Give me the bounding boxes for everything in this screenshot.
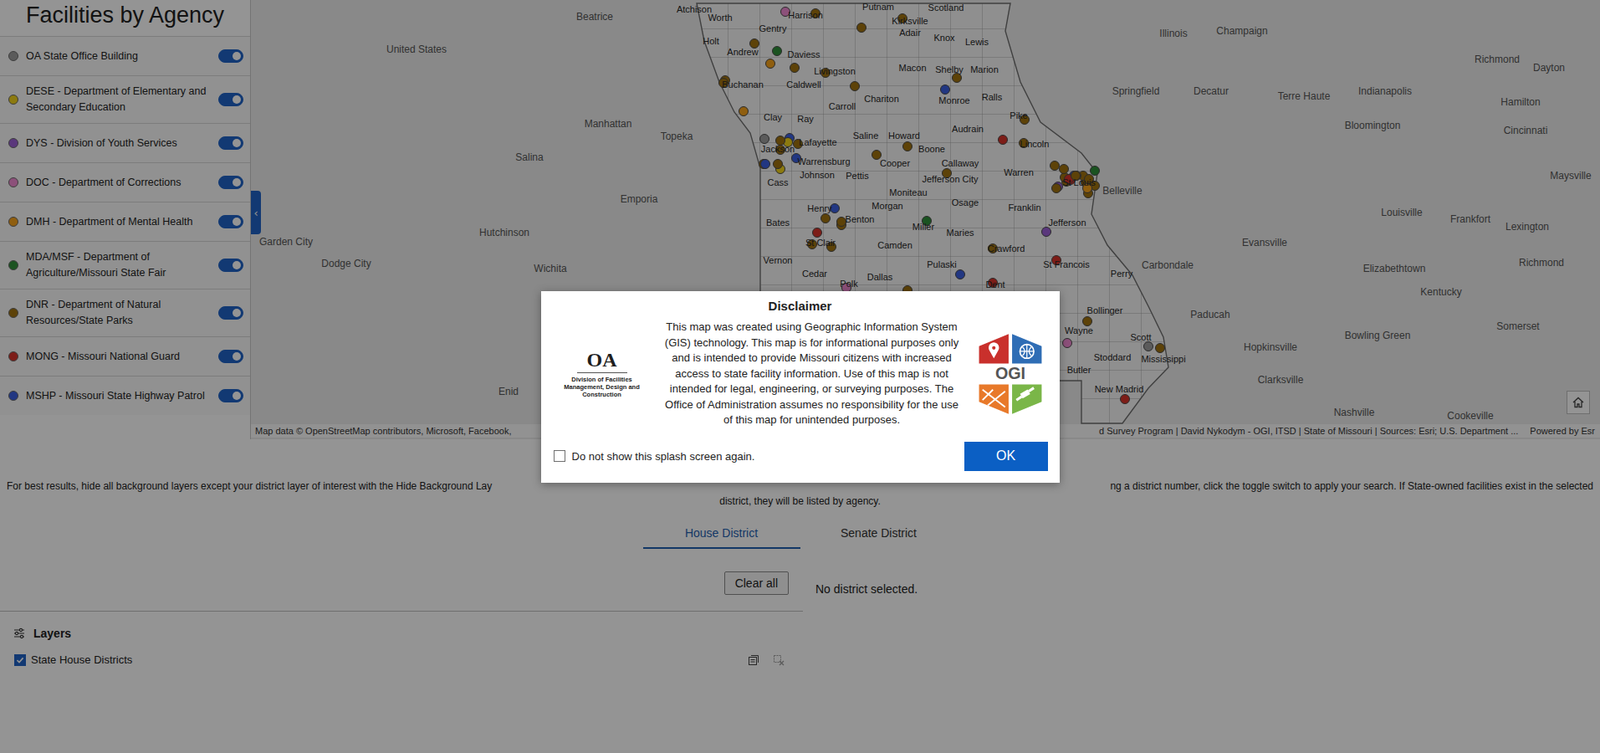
ogi-logo-text: OGI — [994, 363, 1025, 383]
splash-checkbox[interactable]: Do not show this splash screen again. — [552, 449, 756, 463]
dialog-title: Disclaimer — [552, 297, 1048, 315]
app: Facilities by AgencyOA State Office Buil… — [0, 0, 1600, 753]
oa-logo-mark: OA — [587, 348, 618, 371]
ogi-logo-icon: OGI — [975, 330, 1046, 418]
dialog-text: This map was created using Geographic In… — [661, 319, 963, 429]
ok-button[interactable]: OK — [964, 441, 1048, 471]
disclaimer-dialog: Disclaimer OA Division of Facilities Manag… — [541, 291, 1060, 483]
oa-logo-icon: OA Division of Facilities Management, Des… — [552, 348, 652, 399]
checkbox-box[interactable] — [553, 449, 566, 462]
checkbox-label: Do not show this splash screen again. — [572, 449, 756, 463]
oa-logo-caption: Division of Facilities Management, Desig… — [553, 375, 651, 399]
